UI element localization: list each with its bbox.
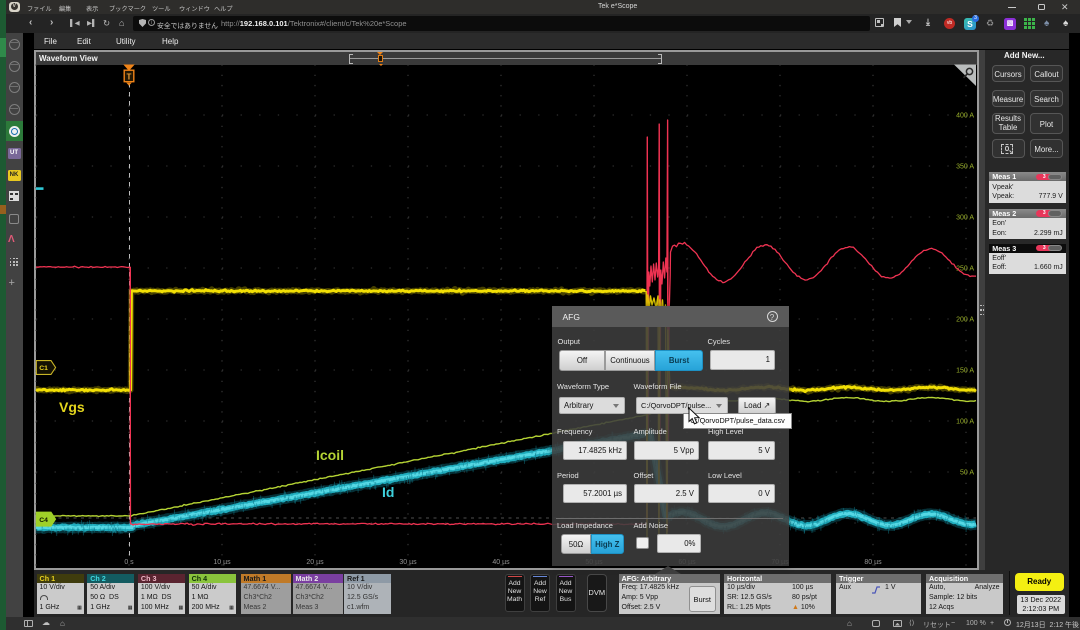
svg-text:Vgs: Vgs: [59, 399, 85, 415]
svg-text:20 µs: 20 µs: [306, 559, 324, 566]
svg-text:250 A: 250 A: [956, 265, 974, 272]
svg-text:100 A: 100 A: [956, 418, 974, 425]
svg-text:350 A: 350 A: [956, 163, 974, 170]
svg-text:C1: C1: [39, 365, 48, 372]
svg-text:T: T: [127, 72, 132, 81]
svg-text:30 µs: 30 µs: [399, 559, 417, 566]
svg-text:Icoil: Icoil: [316, 447, 344, 463]
svg-text:400 A: 400 A: [956, 112, 974, 119]
svg-text:C4: C4: [39, 517, 48, 524]
svg-text:Id: Id: [382, 484, 394, 500]
svg-text:200 A: 200 A: [956, 316, 974, 323]
svg-text:50 A: 50 A: [960, 469, 974, 476]
svg-text:80 µs: 80 µs: [864, 559, 882, 566]
svg-text:0 s: 0 s: [124, 559, 134, 566]
svg-text:150 A: 150 A: [956, 367, 974, 374]
svg-text:40 µs: 40 µs: [492, 559, 510, 566]
svg-text:10 µs: 10 µs: [213, 559, 231, 566]
svg-text:300 A: 300 A: [956, 214, 974, 221]
